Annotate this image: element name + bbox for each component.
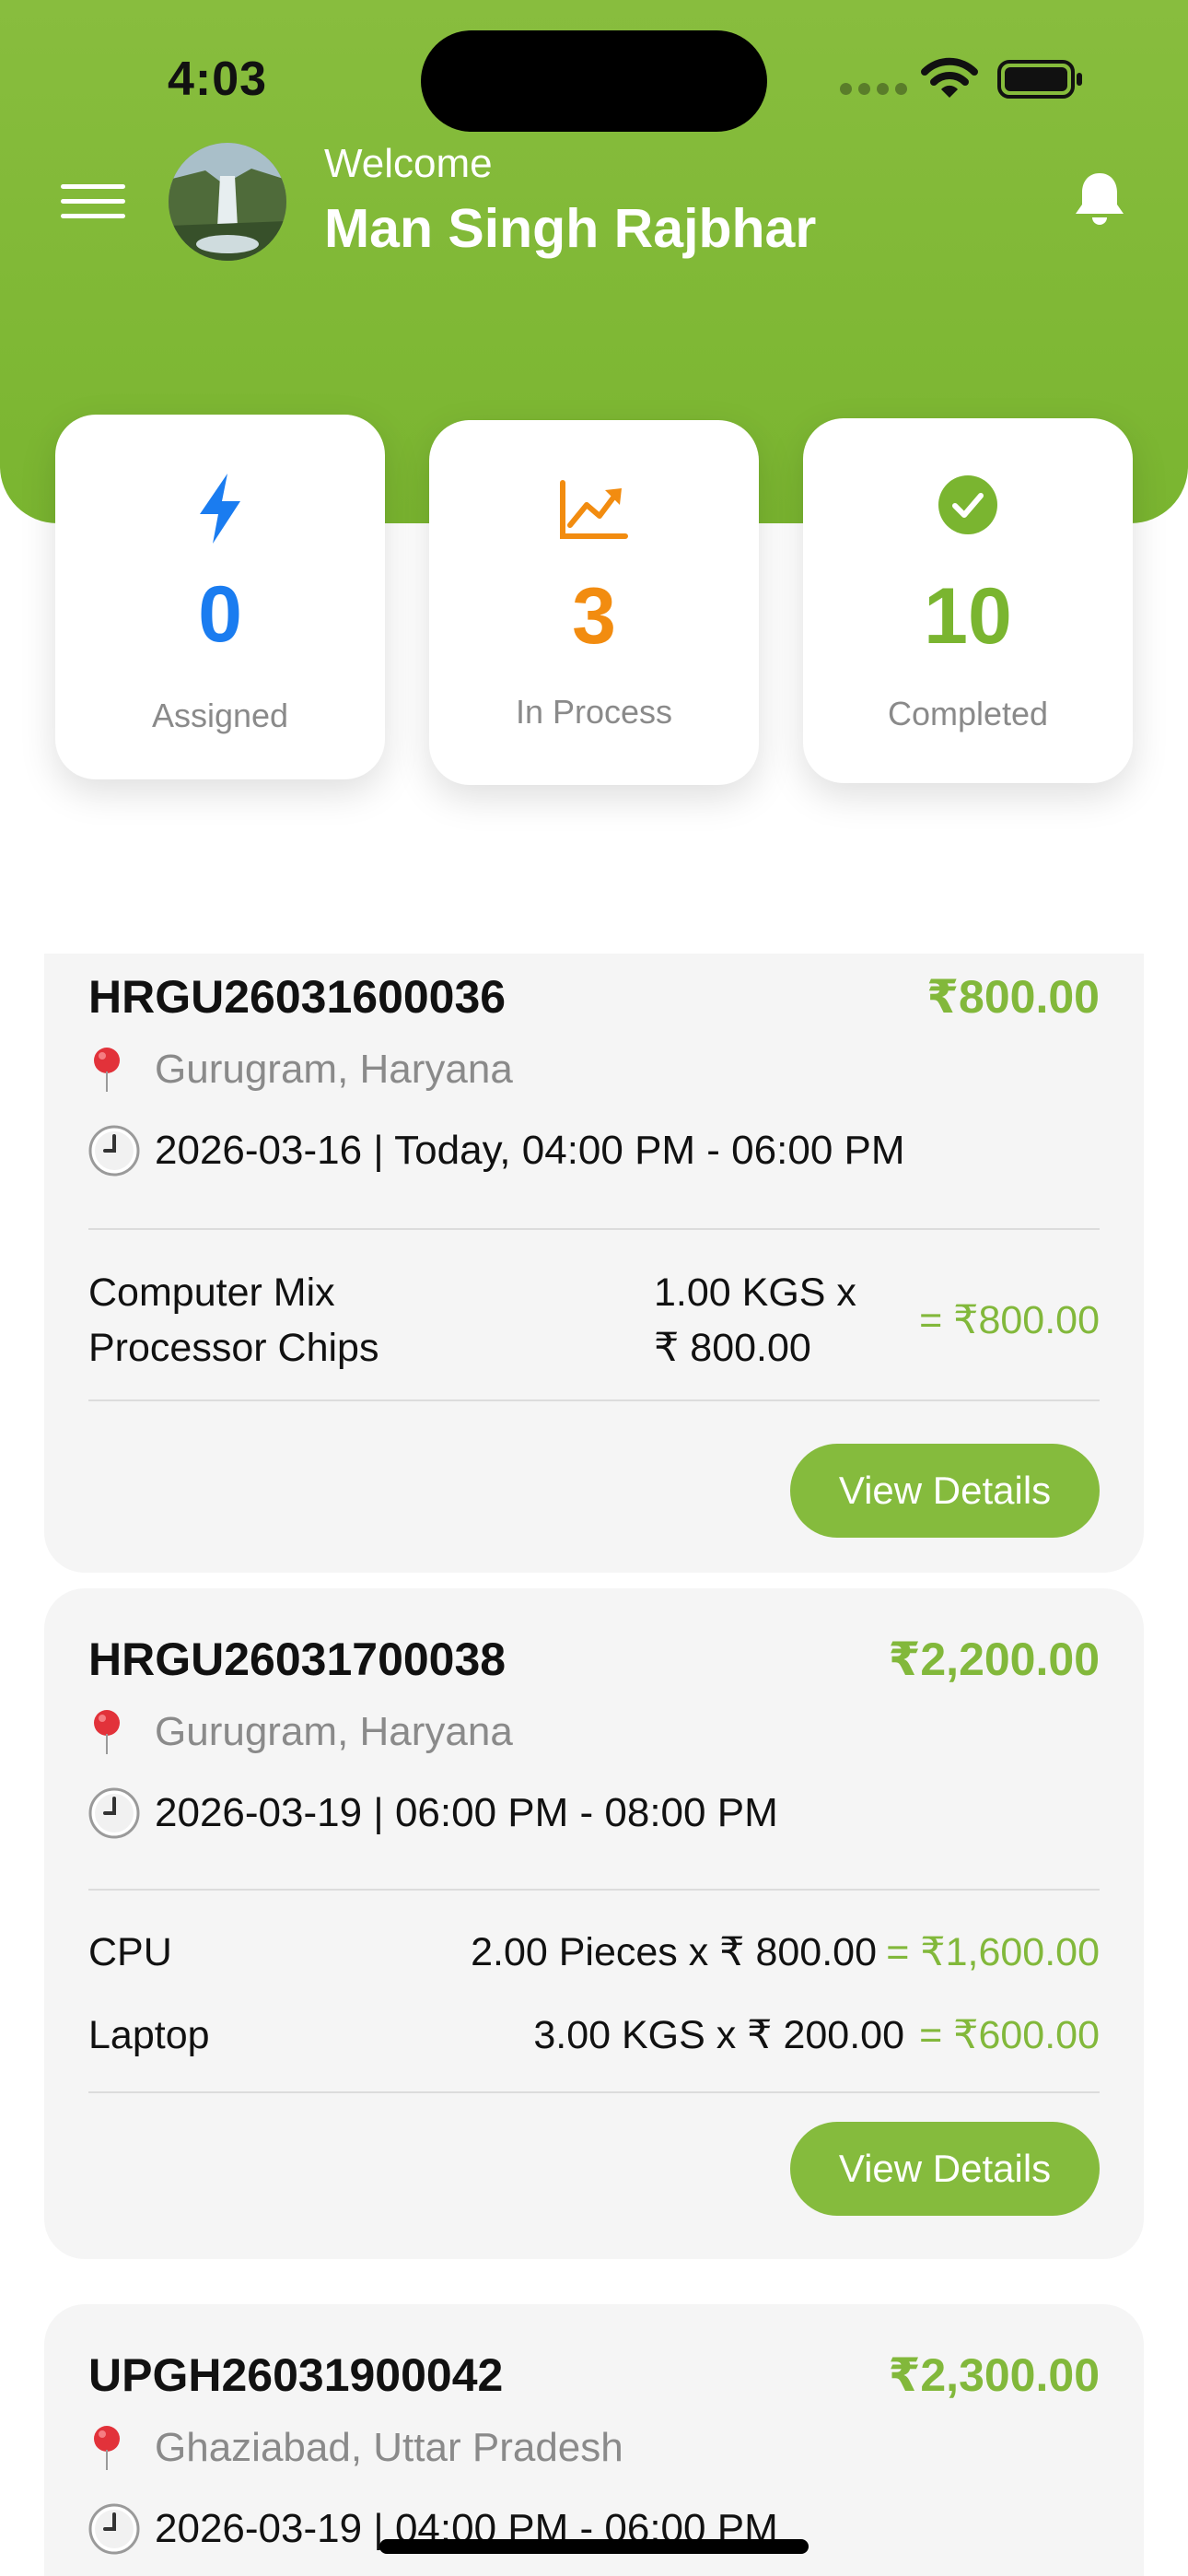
completed-count: 10 [924, 572, 1012, 661]
order-total: ₹800.00 [926, 971, 1100, 1023]
location-text: Gurugram, Haryana [155, 1709, 513, 1754]
order-location: Gurugram, Haryana [88, 1706, 513, 1758]
wifi-icon [921, 57, 978, 98]
divider [88, 1399, 1100, 1401]
divider [88, 1889, 1100, 1891]
item-qty: 3.00 KGS x ₹ 200.00 [533, 2013, 904, 2057]
stat-card-completed[interactable]: 10 Completed [803, 418, 1133, 783]
location-text: Gurugram, Haryana [155, 1047, 513, 1092]
item-total: = ₹800.00 [919, 1298, 1100, 1342]
order-card[interactable]: HRGU26031600036 ₹800.00 Gurugram, Haryan… [44, 954, 1144, 1573]
stat-card-assigned[interactable]: 0 Assigned [55, 415, 385, 779]
in-process-label: In Process [515, 693, 673, 731]
order-schedule: 2026-03-16 | Today, 04:00 PM - 06:00 PM [88, 1125, 905, 1177]
item-total: = ₹600.00 [919, 2013, 1100, 2057]
location-pin-icon [88, 1706, 146, 1758]
welcome-label: Welcome [324, 141, 493, 186]
order-location: Gurugram, Haryana [88, 1044, 513, 1095]
location-text: Ghaziabad, Uttar Pradesh [155, 2425, 623, 2470]
order-id: HRGU26031700038 [88, 1633, 507, 1685]
order-total: ₹2,200.00 [888, 1633, 1100, 1685]
order-id: UPGH26031900042 [88, 2349, 504, 2401]
order-schedule: 2026-03-19 | 06:00 PM - 08:00 PM [88, 1787, 778, 1839]
view-details-button[interactable]: View Details [790, 2122, 1100, 2216]
avatar[interactable] [169, 143, 286, 261]
order-card[interactable]: HRGU26031700038 ₹2,200.00 Gurugram, Hary… [44, 1588, 1144, 2259]
home-indicator[interactable] [379, 2539, 809, 2554]
divider [88, 1228, 1100, 1230]
location-pin-icon [88, 2422, 146, 2474]
completed-label: Completed [887, 695, 1049, 732]
order-total: ₹2,300.00 [888, 2349, 1100, 2401]
in-process-count: 3 [572, 572, 616, 661]
item-name: Laptop [88, 2013, 210, 2057]
lightning-bolt-icon [200, 474, 240, 544]
order-id: HRGU26031600036 [88, 971, 507, 1023]
dynamic-island [421, 30, 767, 132]
clock-icon [88, 2503, 146, 2555]
item-qty: 1.00 KGS x ₹ 800.00 [654, 1270, 856, 1370]
cellular-signal-icon [840, 83, 907, 95]
user-name: Man Singh Rajbhar [324, 198, 817, 259]
assigned-count: 0 [198, 570, 242, 659]
chart-trend-up-icon [560, 480, 628, 539]
item-total: = ₹1,600.00 [886, 1930, 1100, 1974]
item-name: Computer Mix Processor Chips [88, 1270, 379, 1370]
order-card[interactable]: UPGH26031900042 ₹2,300.00 Ghaziabad, Utt… [44, 2304, 1144, 2576]
divider [88, 2091, 1100, 2093]
battery-icon [997, 60, 1082, 99]
item-name: CPU [88, 1930, 172, 1974]
schedule-text: 2026-03-19 | 06:00 PM - 08:00 PM [155, 1790, 778, 1835]
order-list[interactable]: HRGU26031600036 ₹800.00 Gurugram, Haryan… [0, 954, 1188, 2576]
notification-bell-icon[interactable] [1072, 170, 1127, 230]
item-qty: 2.00 Pieces x ₹ 800.00 [471, 1930, 877, 1974]
order-location: Ghaziabad, Uttar Pradesh [88, 2422, 623, 2474]
check-circle-icon [938, 475, 997, 534]
status-time: 4:03 [168, 53, 268, 106]
clock-icon [88, 1787, 146, 1839]
schedule-text: 2026-03-16 | Today, 04:00 PM - 06:00 PM [155, 1128, 905, 1173]
location-pin-icon [88, 1044, 146, 1095]
clock-icon [88, 1125, 146, 1177]
stat-card-in-process[interactable]: 3 In Process [429, 420, 759, 785]
hamburger-menu-icon[interactable] [61, 184, 125, 219]
assigned-label: Assigned [151, 697, 289, 734]
view-details-button[interactable]: View Details [790, 1444, 1100, 1538]
